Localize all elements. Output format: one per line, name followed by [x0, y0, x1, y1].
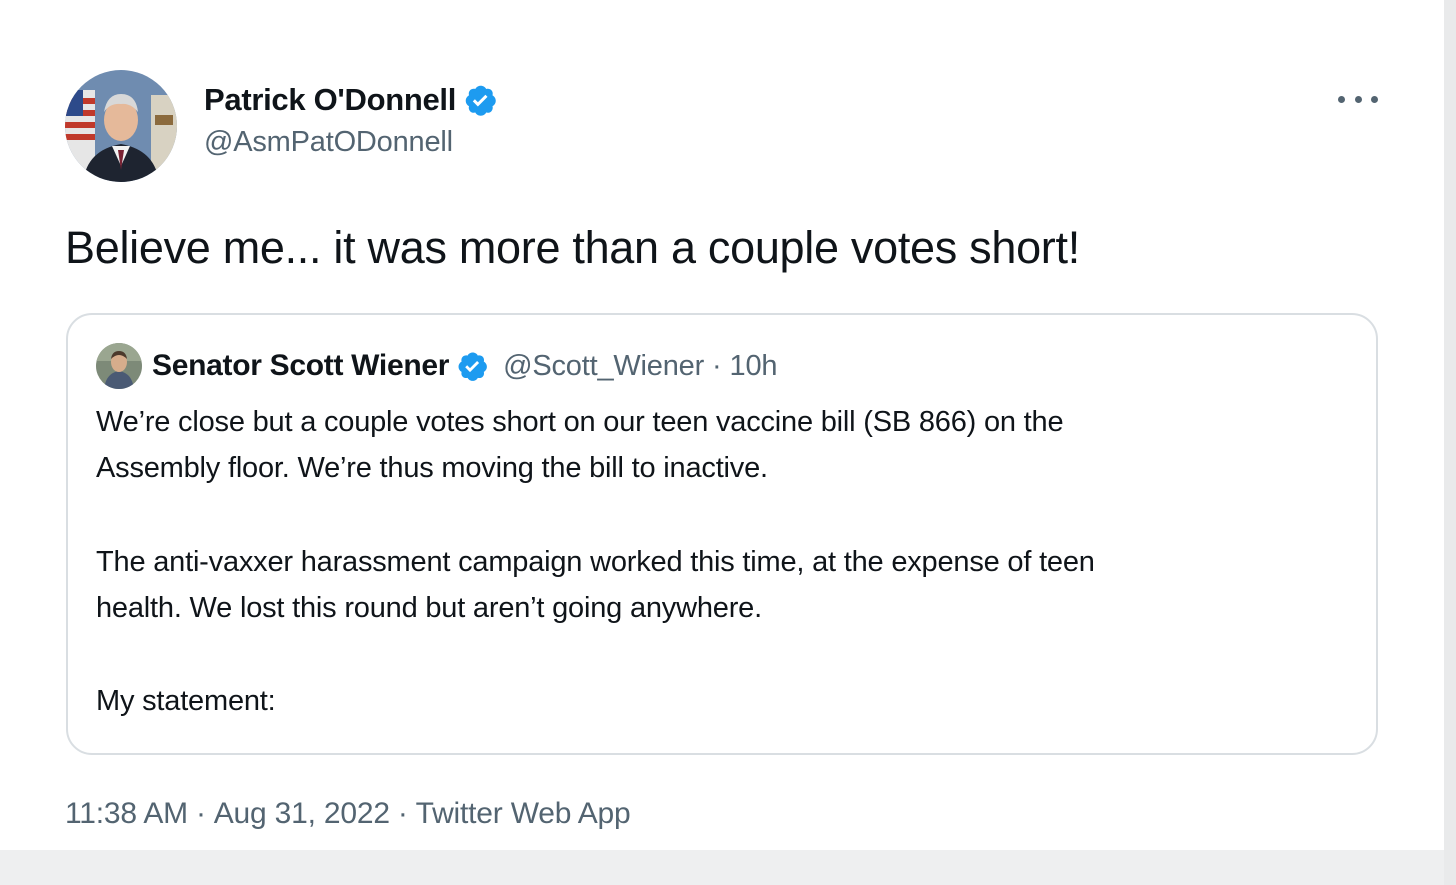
- quoted-verified-badge-icon: [455, 349, 489, 383]
- quoted-author-avatar[interactable]: [96, 343, 142, 389]
- tweet-date[interactable]: Aug 31, 2022: [214, 797, 390, 830]
- quoted-paragraph: The anti-vaxxer harassment campaign work…: [96, 539, 1095, 631]
- author-handle[interactable]: @AsmPatODonnell: [204, 126, 453, 159]
- quoted-timestamp[interactable]: 10h: [730, 350, 778, 383]
- author-avatar[interactable]: [65, 70, 177, 182]
- tweet-source[interactable]: Twitter Web App: [416, 797, 631, 830]
- quoted-handle[interactable]: @Scott_Wiener: [503, 350, 704, 383]
- meta-separator: ·: [397, 797, 408, 830]
- quoted-text-line: My statement:: [96, 685, 276, 717]
- tweet-text: Believe me... it was more than a couple …: [65, 222, 1080, 273]
- quoted-header: Senator Scott Wiener @Scott_Wiener · 10h: [152, 346, 778, 386]
- verified-badge-icon: [462, 82, 498, 118]
- tweet-metadata: 11:38 AM · Aug 31, 2022 · Twitter Web App: [65, 797, 631, 831]
- more-options-icon[interactable]: [1338, 88, 1378, 110]
- author-name-row[interactable]: Patrick O'Donnell: [204, 80, 498, 120]
- quoted-separator: ·: [712, 349, 722, 382]
- quoted-text-line: The anti-vaxxer harassment campaign work…: [96, 546, 1095, 578]
- quoted-text-line: Assembly floor. We’re thus moving the bi…: [96, 452, 768, 484]
- quoted-paragraph: My statement:: [96, 678, 276, 724]
- quoted-text-line: We’re close but a couple votes short on …: [96, 406, 1064, 438]
- quoted-display-name[interactable]: Senator Scott Wiener: [152, 349, 449, 383]
- quoted-paragraph: We’re close but a couple votes short on …: [96, 399, 1064, 491]
- screen-edge-right: [1444, 0, 1456, 885]
- meta-separator: ·: [195, 797, 206, 830]
- quoted-text-line: health. We lost this round but aren’t go…: [96, 592, 762, 624]
- tweet-time[interactable]: 11:38 AM: [65, 797, 188, 830]
- author-display-name[interactable]: Patrick O'Donnell: [204, 82, 456, 118]
- screen-edge-bottom: [0, 850, 1444, 885]
